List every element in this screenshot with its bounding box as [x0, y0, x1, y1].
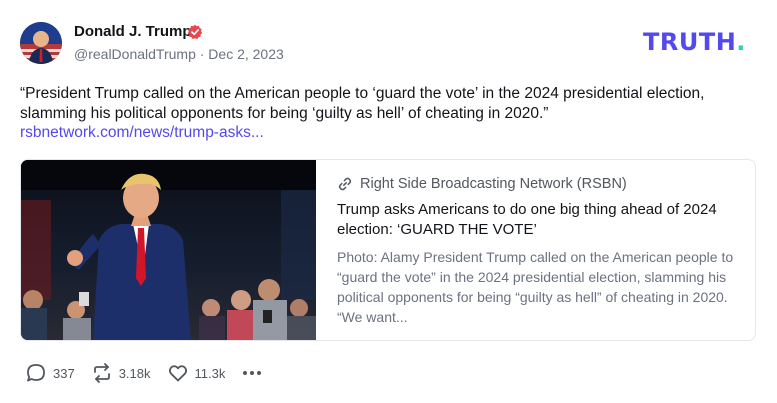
- card-photo-illustration: [21, 160, 316, 340]
- logo-word: TRUTH: [643, 28, 737, 56]
- verified-badge-icon: [187, 24, 203, 40]
- retruth-count: 3.18k: [118, 365, 151, 381]
- card-title[interactable]: Trump asks Americans to do one big thing…: [337, 200, 742, 240]
- link-preview-card[interactable]: Right Side Broadcasting Network (RSBN) T…: [20, 159, 756, 341]
- card-body: Right Side Broadcasting Network (RSBN) T…: [337, 176, 742, 327]
- post-text: “President Trump called on the American …: [20, 85, 705, 122]
- like-count: 11.3k: [194, 365, 226, 381]
- retruth-icon: [93, 363, 110, 383]
- avatar[interactable]: [20, 22, 62, 64]
- more-icon: [243, 371, 248, 375]
- card-source: Right Side Broadcasting Network (RSBN): [337, 176, 742, 192]
- card-source-name: Right Side Broadcasting Network (RSBN): [360, 176, 627, 192]
- like-icon: [168, 365, 187, 382]
- truth-post: Donald J. Trump @realDonaldTrump · Dec 2…: [0, 0, 777, 403]
- post-actions: 337 3.18k 11.3k: [25, 360, 262, 386]
- truth-logo[interactable]: TRUTH.: [643, 28, 746, 56]
- reply-button[interactable]: 337: [25, 362, 75, 384]
- more-icon-dot: [250, 371, 255, 375]
- reply-count: 337: [53, 365, 75, 381]
- display-name[interactable]: Donald J. Trump: [74, 23, 192, 40]
- avatar-image: [20, 22, 62, 64]
- logo-dot: .: [736, 28, 746, 56]
- like-button[interactable]: 11.3k: [167, 362, 226, 384]
- link-icon: [338, 177, 352, 191]
- post-link[interactable]: rsbnetwork.com/news/trump-asks...: [20, 124, 264, 142]
- retruth-button[interactable]: 3.18k: [91, 362, 151, 384]
- handle-and-date[interactable]: @realDonaldTrump · Dec 2, 2023: [74, 46, 284, 62]
- card-description: Photo: Alamy President Trump called on t…: [337, 249, 734, 325]
- reply-icon: [27, 364, 45, 382]
- more-icon-dot: [257, 371, 262, 375]
- more-options-button[interactable]: [243, 362, 262, 384]
- card-photo: [21, 160, 316, 340]
